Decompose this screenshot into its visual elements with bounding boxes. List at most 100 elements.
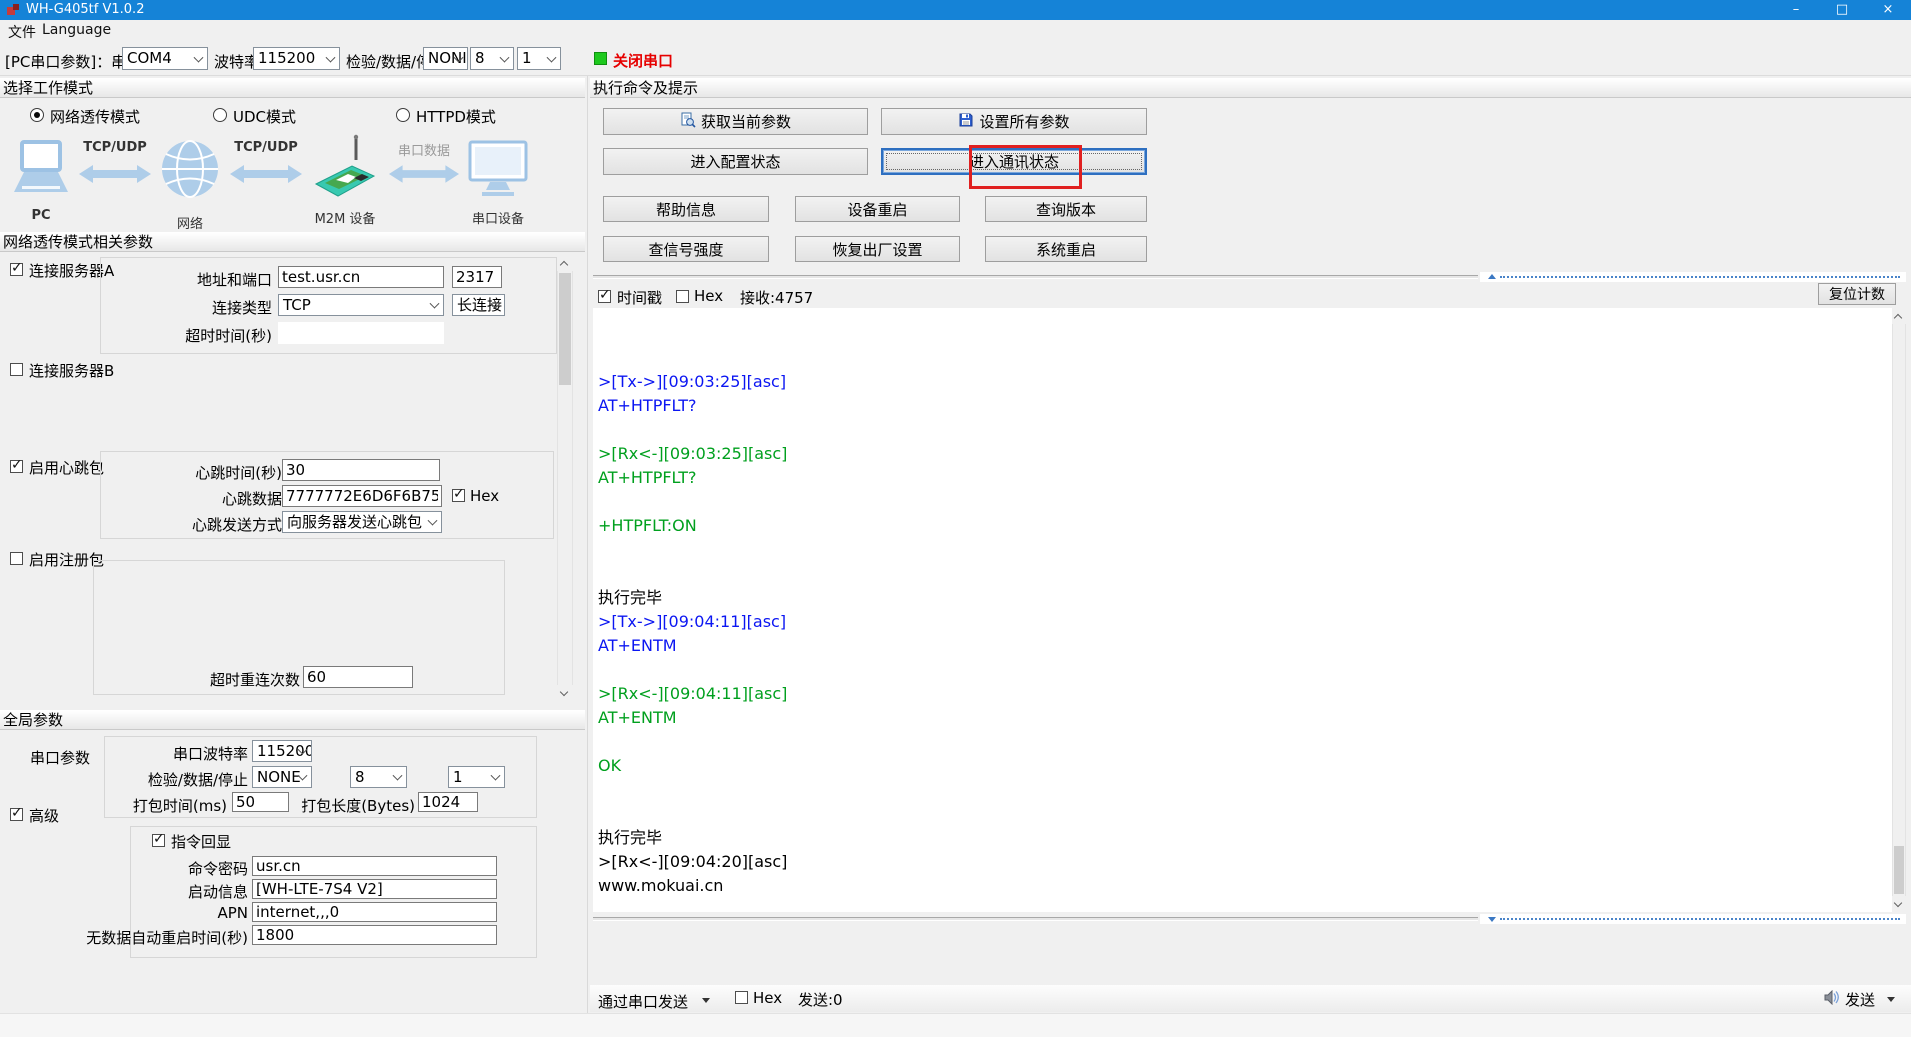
- log-hex-label[interactable]: Hex: [694, 287, 723, 305]
- query-version-button[interactable]: 查询版本: [985, 196, 1147, 222]
- send-via-serial-dropdown[interactable]: 通过串口发送: [598, 991, 688, 1012]
- scroll-up-arrow[interactable]: [557, 255, 573, 271]
- hb-hex-label[interactable]: Hex: [470, 487, 499, 505]
- diagram-pc-label: PC: [12, 208, 70, 223]
- enter-comm-button[interactable]: 进入通讯状态: [881, 148, 1147, 175]
- chevron-down-icon: [393, 771, 403, 781]
- register-checkbox[interactable]: [10, 552, 23, 565]
- hb-data-input[interactable]: [282, 485, 442, 507]
- radio-httpd-mode[interactable]: [396, 108, 410, 122]
- factory-reset-button[interactable]: 恢复出厂设置: [795, 236, 960, 262]
- log-hex-checkbox[interactable]: [676, 290, 689, 303]
- echo-checkbox[interactable]: [152, 834, 165, 847]
- parity-combo[interactable]: NONI: [423, 47, 468, 70]
- server-b-checkbox[interactable]: [10, 363, 23, 376]
- log-line: [598, 490, 1892, 514]
- close-port-button[interactable]: 关闭串口: [613, 50, 673, 71]
- panel-divider[interactable]: [587, 76, 588, 1037]
- help-button[interactable]: 帮助信息: [603, 196, 769, 222]
- apn-input[interactable]: [252, 902, 497, 922]
- system-reboot-button[interactable]: 系统重启: [985, 236, 1147, 262]
- server-a-checkbox[interactable]: [10, 263, 23, 276]
- get-params-button[interactable]: 获取当前参数: [603, 108, 868, 135]
- pack-len-input[interactable]: [418, 792, 478, 812]
- radio-httpd-label[interactable]: HTTPD模式: [416, 106, 496, 127]
- chevron-down-icon[interactable]: [1887, 997, 1895, 1002]
- menu-bar: 文件 Language: [0, 20, 1911, 40]
- log-scroll-up-arrow[interactable]: [1892, 308, 1906, 324]
- log-scroll-down-arrow[interactable]: [1892, 896, 1906, 912]
- menu-file[interactable]: 文件: [4, 22, 40, 42]
- mode-section-header: 选择工作模式: [0, 78, 585, 98]
- g-databits-combo[interactable]: 8: [350, 766, 407, 788]
- server-b-label[interactable]: 连接服务器B: [29, 360, 114, 381]
- advanced-checkbox[interactable]: [10, 808, 23, 821]
- enter-config-button[interactable]: 进入配置状态: [603, 148, 868, 175]
- send-hex-label[interactable]: Hex: [753, 989, 782, 1007]
- server-port-input[interactable]: [452, 266, 502, 288]
- maximize-button[interactable]: □: [1819, 0, 1865, 20]
- g-baud-combo[interactable]: 115200: [252, 740, 312, 762]
- heartbeat-checkbox[interactable]: [10, 460, 23, 473]
- timestamp-checkbox[interactable]: [598, 290, 611, 303]
- baud-combo[interactable]: 115200: [253, 47, 340, 70]
- send-button[interactable]: 发送: [1845, 989, 1875, 1010]
- timestamp-label[interactable]: 时间戳: [617, 287, 662, 308]
- splitter-dots: [1500, 918, 1900, 920]
- log-line: OK: [598, 754, 1892, 778]
- radio-udc-label[interactable]: UDC模式: [233, 106, 296, 127]
- close-button[interactable]: ×: [1865, 0, 1911, 20]
- hb-mode-label: 心跳发送方式: [160, 514, 282, 535]
- set-params-button[interactable]: 设置所有参数: [881, 108, 1147, 135]
- splitter-groove[interactable]: [593, 275, 1478, 279]
- timeout-input[interactable]: [278, 322, 444, 344]
- collapse-splitter-top[interactable]: [1480, 272, 1906, 282]
- heartbeat-label[interactable]: 启用心跳包: [29, 457, 104, 478]
- log-scrollbar-thumb[interactable]: [1894, 846, 1904, 894]
- scrollbar-thumb[interactable]: [559, 273, 571, 385]
- log-output[interactable]: >[Tx->][09:03:25][asc]AT+HTPFLT? >[Rx<-]…: [593, 308, 1892, 912]
- databits-combo[interactable]: 8: [470, 47, 514, 70]
- log-line: >[Rx<-][09:03:25][asc]: [598, 442, 1892, 466]
- advanced-label[interactable]: 高级: [29, 805, 59, 826]
- boot-msg-input[interactable]: [252, 879, 497, 899]
- log-scrollbar[interactable]: [1892, 308, 1906, 912]
- com-port-combo[interactable]: COM4: [122, 47, 208, 70]
- sent-count: 发送:0: [798, 989, 843, 1010]
- restart-input[interactable]: [252, 925, 497, 945]
- pack-time-input[interactable]: [232, 792, 289, 812]
- stopbits-combo[interactable]: 1: [517, 47, 561, 70]
- hb-time-input[interactable]: [282, 459, 440, 481]
- command-panel-header: 执行命令及提示: [590, 78, 1911, 98]
- cmd-pwd-input[interactable]: [252, 856, 497, 876]
- minimize-button[interactable]: –: [1773, 0, 1819, 20]
- collapse-splitter-bottom[interactable]: [1480, 914, 1906, 924]
- log-line: [598, 346, 1892, 370]
- splitter-groove[interactable]: [593, 917, 1478, 921]
- radio-udc-mode[interactable]: [213, 108, 227, 122]
- app-window: WH-G405tf V1.0.2 – □ × 文件 Language [PC串口…: [0, 0, 1911, 1037]
- monitor-icon: [468, 140, 528, 204]
- conn-type-combo[interactable]: TCP: [278, 294, 444, 316]
- reconnect-label: 超时重连次数: [170, 669, 300, 690]
- hb-mode-combo[interactable]: 向服务器发送心跳包: [282, 511, 442, 533]
- radio-net-transparent-mode[interactable]: [30, 108, 44, 122]
- reconnect-input[interactable]: [303, 666, 413, 688]
- g-parity-combo[interactable]: NONE: [252, 766, 312, 788]
- device-reboot-button[interactable]: 设备重启: [795, 196, 960, 222]
- menu-language[interactable]: Language: [38, 22, 115, 38]
- echo-label[interactable]: 指令回显: [171, 831, 231, 852]
- hb-hex-checkbox[interactable]: [452, 489, 465, 502]
- g-stopbits-combo[interactable]: 1: [448, 766, 505, 788]
- reset-count-button[interactable]: 复位计数: [1818, 283, 1896, 305]
- radio-net-transparent-label[interactable]: 网络透传模式: [50, 106, 140, 127]
- query-signal-button[interactable]: 查信号强度: [603, 236, 769, 262]
- app-icon: [6, 3, 20, 21]
- pack-len-label: 打包长度(Bytes): [300, 795, 415, 816]
- scroll-down-arrow[interactable]: [557, 685, 573, 701]
- chevron-down-icon[interactable]: [702, 998, 710, 1003]
- send-hex-checkbox[interactable]: [735, 991, 748, 1004]
- recv-count: 接收:4757: [740, 287, 813, 308]
- server-address-input[interactable]: [278, 266, 444, 288]
- conn-keep-combo[interactable]: 长连接: [452, 294, 505, 316]
